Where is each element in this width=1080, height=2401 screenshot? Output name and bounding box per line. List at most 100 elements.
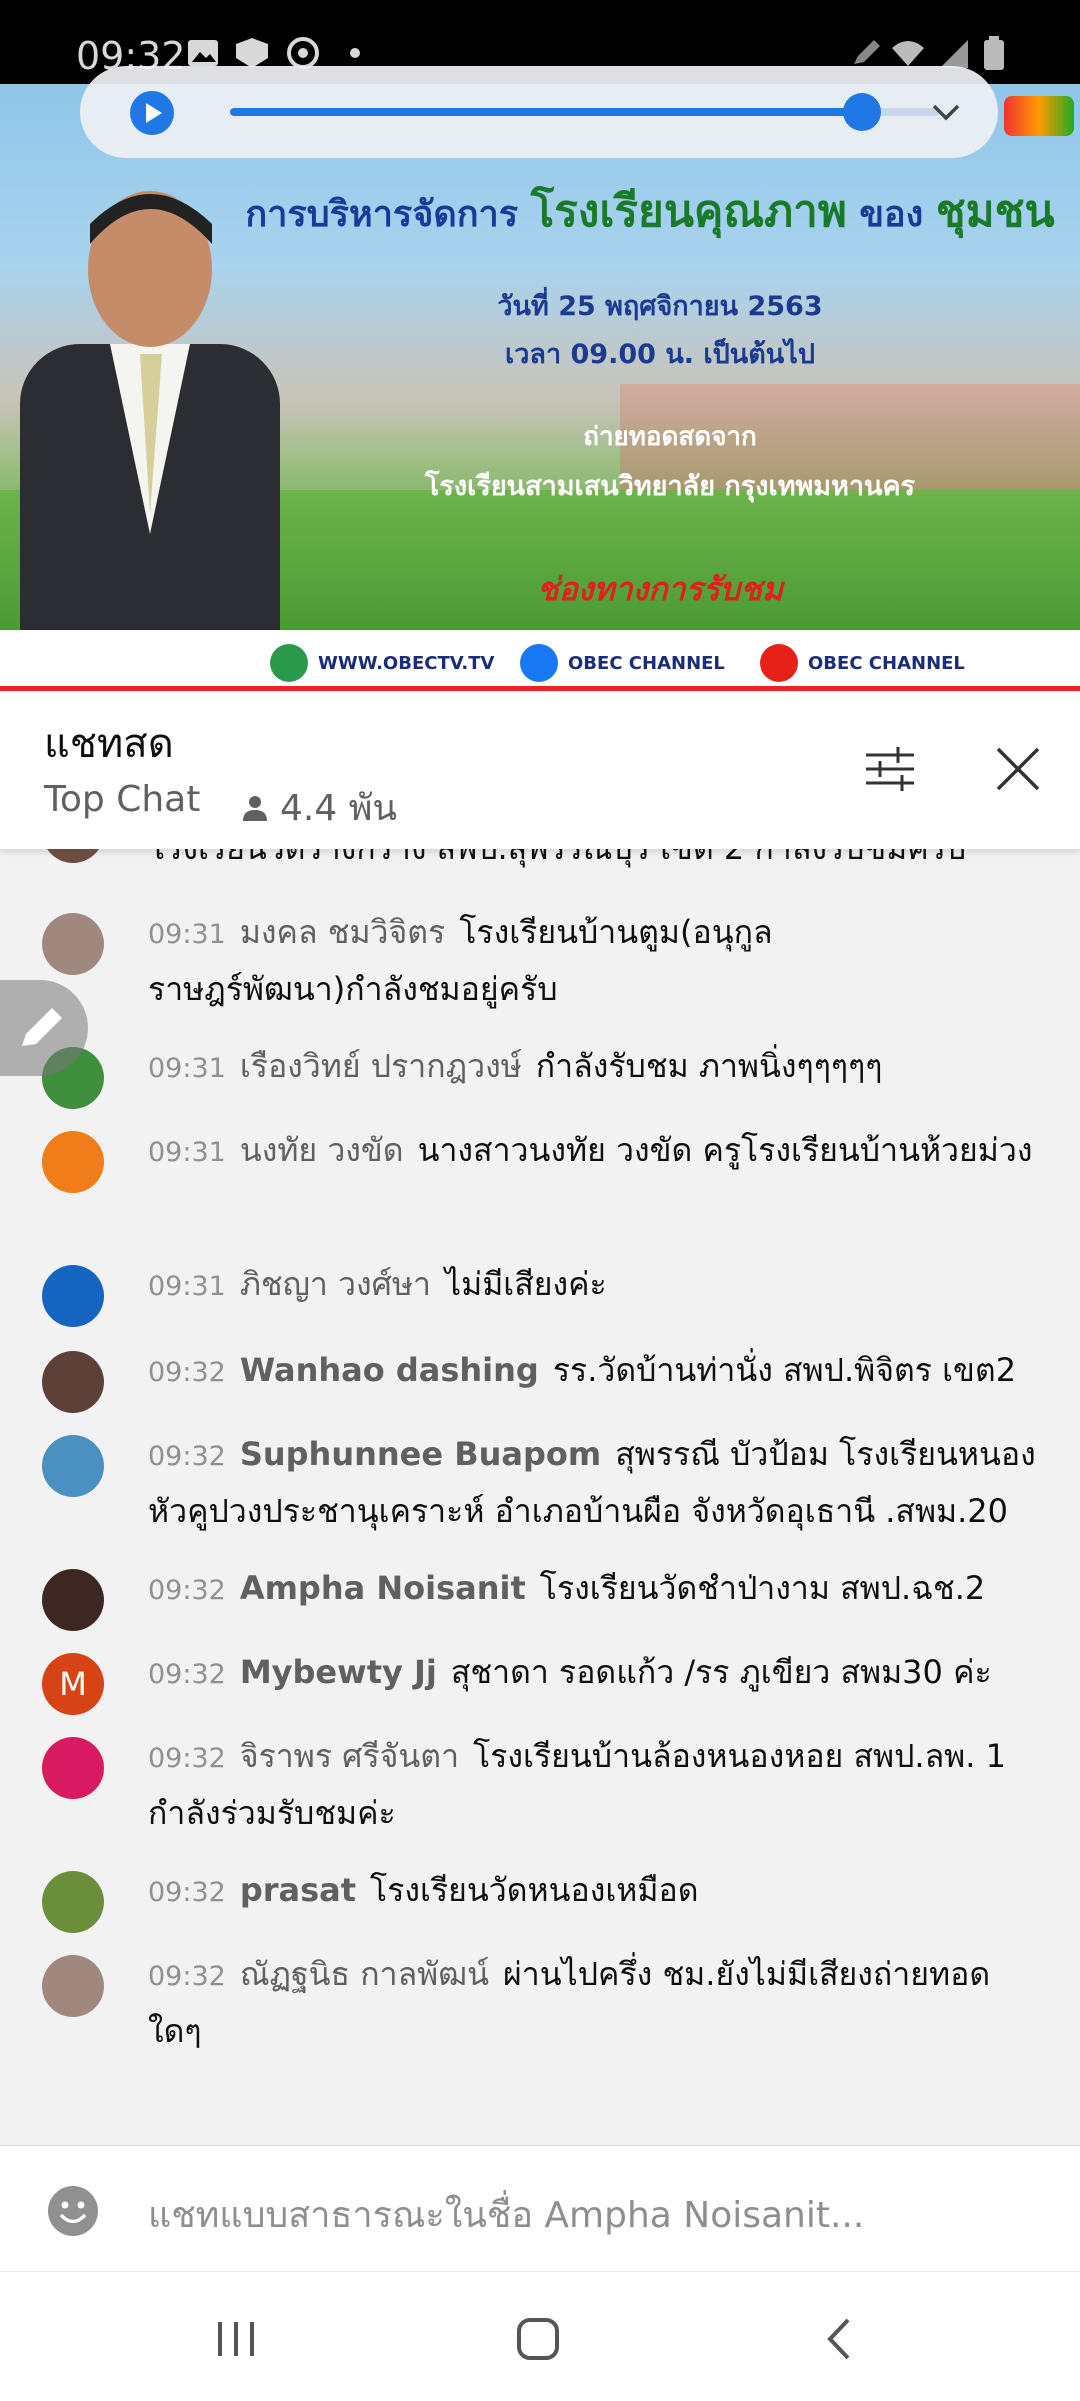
video-headline-main: โรงเรียนคุณภาพ [530, 186, 847, 237]
play-button[interactable] [130, 91, 174, 135]
live-chat-header: แชทสด Top Chat 4.4 พัน [0, 691, 1080, 849]
chat-message-text: ไม่มีเสียงค่ะ [445, 1265, 607, 1303]
chat-message-text: โรงเรียนวัดหนองเหมือด [370, 1871, 699, 1909]
chat-message-body: 09:32 ณัฏฐนิธ กาลพัฒน์ ผ่านไปครึ่ง ชม.ยังไ… [148, 1947, 1038, 2058]
chat-message-text: สุชาดา รอดแก้ว /รร ภูเขียว สพม30 ค่ะ [450, 1653, 992, 1691]
avatar[interactable] [42, 1569, 104, 1631]
chat-message-author[interactable]: นงทัย วงขัด [240, 1131, 404, 1169]
chat-message-list[interactable]: A โรงเรียนวัดรางกร่าง สพป.สุพรรณบุรี เขต … [0, 849, 1080, 2145]
chat-message-text: รร.วัดบ้านท่านั่ง สพป.พิจิตร เขต2 [552, 1351, 1017, 1389]
chat-message-body: 09:32 prasat โรงเรียนวัดหนองเหมือด [148, 1863, 1038, 1920]
chat-message[interactable]: 09:31 เรืองวิทย์ ปรากฎวงษ์ กำลังรับชม ภาพน… [0, 1047, 1080, 1109]
battery-icon [984, 36, 1004, 70]
facebook-icon [520, 644, 558, 682]
chat-message[interactable]: 09:32 Suphunnee Buapom สุพรรณี บัวป้อม โรง… [0, 1435, 1080, 1545]
avatar[interactable] [42, 1131, 104, 1193]
chat-message-author[interactable]: จิราพร ศรีจันตา [240, 1737, 459, 1775]
chat-message[interactable]: 09:32 ณัฏฐนิธ กาลพัฒน์ ผ่านไปครึ่ง ชม.ยังไ… [0, 1955, 1080, 2065]
avatar[interactable] [42, 1871, 104, 1933]
chat-input-field[interactable]: แชทแบบสาธารณะในชื่อ Ampha Noisanit... [148, 2186, 864, 2243]
video-player[interactable]: การบริหารจัดการ โรงเรียนคุณภาพ ของ ชุมชน… [0, 84, 1080, 690]
chrome-icon [287, 37, 319, 69]
video-footer-web: WWW.OBECTV.TV [270, 644, 494, 682]
avatar[interactable] [42, 913, 104, 975]
avatar[interactable]: M [42, 1653, 104, 1715]
chevron-down-icon[interactable] [926, 92, 966, 132]
wifi-icon [892, 41, 924, 66]
chat-message-body: 09:32 Mybewty Jj สุชาดา รอดแก้ว /รร ภูเขีย… [148, 1645, 1038, 1702]
seek-bar-fill [230, 108, 862, 116]
chat-message[interactable]: 09:32 Wanhao dashing รร.วัดบ้านท่านั่ง สพป… [0, 1351, 1080, 1413]
chat-message-author[interactable]: มงคล ชมวิจิตร [240, 913, 445, 951]
chat-message-time: 09:31 [148, 1271, 226, 1302]
chat-message-time: 09:31 [148, 1137, 226, 1168]
close-icon[interactable] [990, 741, 1046, 797]
edit-status-icon [854, 40, 880, 64]
chat-message-body: 09:31 มงคล ชมวิจิตร โรงเรียนบ้านตูม(อนุกูล… [148, 905, 1038, 1016]
avatar[interactable] [42, 1351, 104, 1413]
chat-message-time: 09:32 [148, 1743, 226, 1774]
chat-message[interactable]: 09:31 ภิชญา วงศ์ษา ไม่มีเสียงค่ะ [0, 1265, 1080, 1327]
chat-message-time: 09:32 [148, 1441, 226, 1472]
video-headline-mid: ของ [859, 194, 924, 235]
chat-message[interactable]: 09:31 มงคล ชมวิจิตร โรงเรียนบ้านตูม(อนุกูล… [0, 913, 1080, 1023]
chat-message-text: โรงเรียนวัดชำป่างาม สพป.ฉช.2 [539, 1569, 986, 1607]
avatar[interactable] [42, 1737, 104, 1799]
avatar[interactable]: A [42, 849, 104, 863]
chat-message-author[interactable]: Wanhao dashing [240, 1351, 539, 1389]
video-headline: การบริหารจัดการ โรงเรียนคุณภาพ ของ ชุมชน [240, 176, 1060, 246]
video-headline-pre: การบริหารจัดการ [245, 194, 519, 235]
home-icon[interactable] [508, 2314, 568, 2364]
obec-logo [1004, 96, 1074, 136]
video-footer: WWW.OBECTV.TV OBEC CHANNEL OBEC CHANNEL [0, 630, 1080, 690]
back-icon[interactable] [810, 2314, 870, 2364]
presenter-image [20, 191, 280, 690]
chat-message-author[interactable]: Mybewty Jj [240, 1653, 437, 1691]
chat-message-body: 09:31 เรืองวิทย์ ปรากฎวงษ์ กำลังรับชม ภาพน… [148, 1039, 1038, 1096]
chat-message[interactable]: 09:32 Ampha Noisanit โรงเรียนวัดชำป่างาม ส… [0, 1569, 1080, 1631]
pencil-icon [22, 1008, 62, 1046]
chat-message[interactable]: 09:31 นงทัย วงขัด นางสาวนงทัย วงขัด ครูโรง… [0, 1131, 1080, 1241]
avatar[interactable] [42, 1435, 104, 1497]
chat-message-body: 09:31 นงทัย วงขัด นางสาวนงทัย วงขัด ครูโรง… [148, 1123, 1038, 1180]
emoji-icon[interactable] [46, 2184, 100, 2238]
video-headline-end: ชุมชน [935, 186, 1055, 237]
video-footer-facebook: OBEC CHANNEL [520, 644, 725, 682]
chat-message[interactable]: A โรงเรียนวัดรางกร่าง สพป.สุพรรณบุรี เขต … [0, 849, 1080, 885]
chat-message-author[interactable]: prasat [240, 1871, 356, 1909]
chat-message[interactable]: M 09:32 Mybewty Jj สุชาดา รอดแก้ว /รร ภูเขี… [0, 1653, 1080, 1715]
chat-message-body: 09:32 Wanhao dashing รร.วัดบ้านท่านั่ง สพป… [148, 1343, 1038, 1400]
person-icon [243, 795, 267, 821]
video-channels-label: ช่องทางการรับชม [536, 570, 784, 608]
chat-message-text: โรงเรียนวัดรางกร่าง สพป.สุพรรณบุรี เขต 2… [148, 849, 966, 867]
video-time: เวลา 09.00 น. เป็นต้นไป [505, 339, 815, 370]
chat-message-body: 09:31 ภิชญา วงศ์ษา ไม่มีเสียงค่ะ [148, 1257, 1038, 1314]
seek-bar[interactable] [230, 93, 940, 131]
chat-message-text: กำลังรับชม ภาพนิ่งๆๆๆๆๆ [535, 1047, 883, 1085]
chat-message-author[interactable]: ณัฏฐนิธ กาลพัฒน์ [240, 1955, 489, 1993]
recent-apps-icon[interactable] [206, 2314, 266, 2364]
video-footer-youtube-text: OBEC CHANNEL [808, 652, 965, 674]
chat-message-author[interactable]: Suphunnee Buapom [240, 1435, 601, 1473]
chat-message[interactable]: 09:32 จิราพร ศรีจันตา โรงเรียนบ้านล้องหนอง… [0, 1737, 1080, 1847]
video-footer-facebook-text: OBEC CHANNEL [568, 652, 725, 674]
chat-message-author[interactable]: เรืองวิทย์ ปรากฎวงษ์ [240, 1047, 522, 1085]
chat-message-time: 09:31 [148, 1053, 226, 1084]
avatar[interactable] [42, 1265, 104, 1327]
video-live-from: ถ่ายทอดสดจาก [583, 422, 757, 452]
chat-message-author[interactable]: ภิชญา วงศ์ษา [240, 1265, 431, 1303]
chat-message[interactable]: 09:32 prasat โรงเรียนวัดหนองเหมือด [0, 1871, 1080, 1933]
filter-icon[interactable] [862, 741, 918, 797]
video-footer-youtube: OBEC CHANNEL [760, 644, 965, 682]
notification-dot-icon [350, 48, 360, 58]
chat-message-body: 09:32 จิราพร ศรีจันตา โรงเรียนบ้านล้องหนอง… [148, 1729, 1038, 1840]
chat-mode-selector[interactable]: Top Chat [44, 779, 200, 820]
signal-icon [940, 40, 968, 68]
obec-tv-icon [270, 644, 308, 682]
chat-message-time: 09:31 [148, 919, 226, 950]
chat-message-author[interactable]: Ampha Noisanit [240, 1569, 526, 1607]
viewer-count-text: 4.4 พัน [280, 788, 398, 829]
video-school: โรงเรียนสามเสนวิทยาลัย กรุงเทพมหานคร [424, 471, 916, 502]
seek-thumb[interactable] [842, 93, 881, 131]
avatar[interactable] [42, 1955, 104, 2017]
